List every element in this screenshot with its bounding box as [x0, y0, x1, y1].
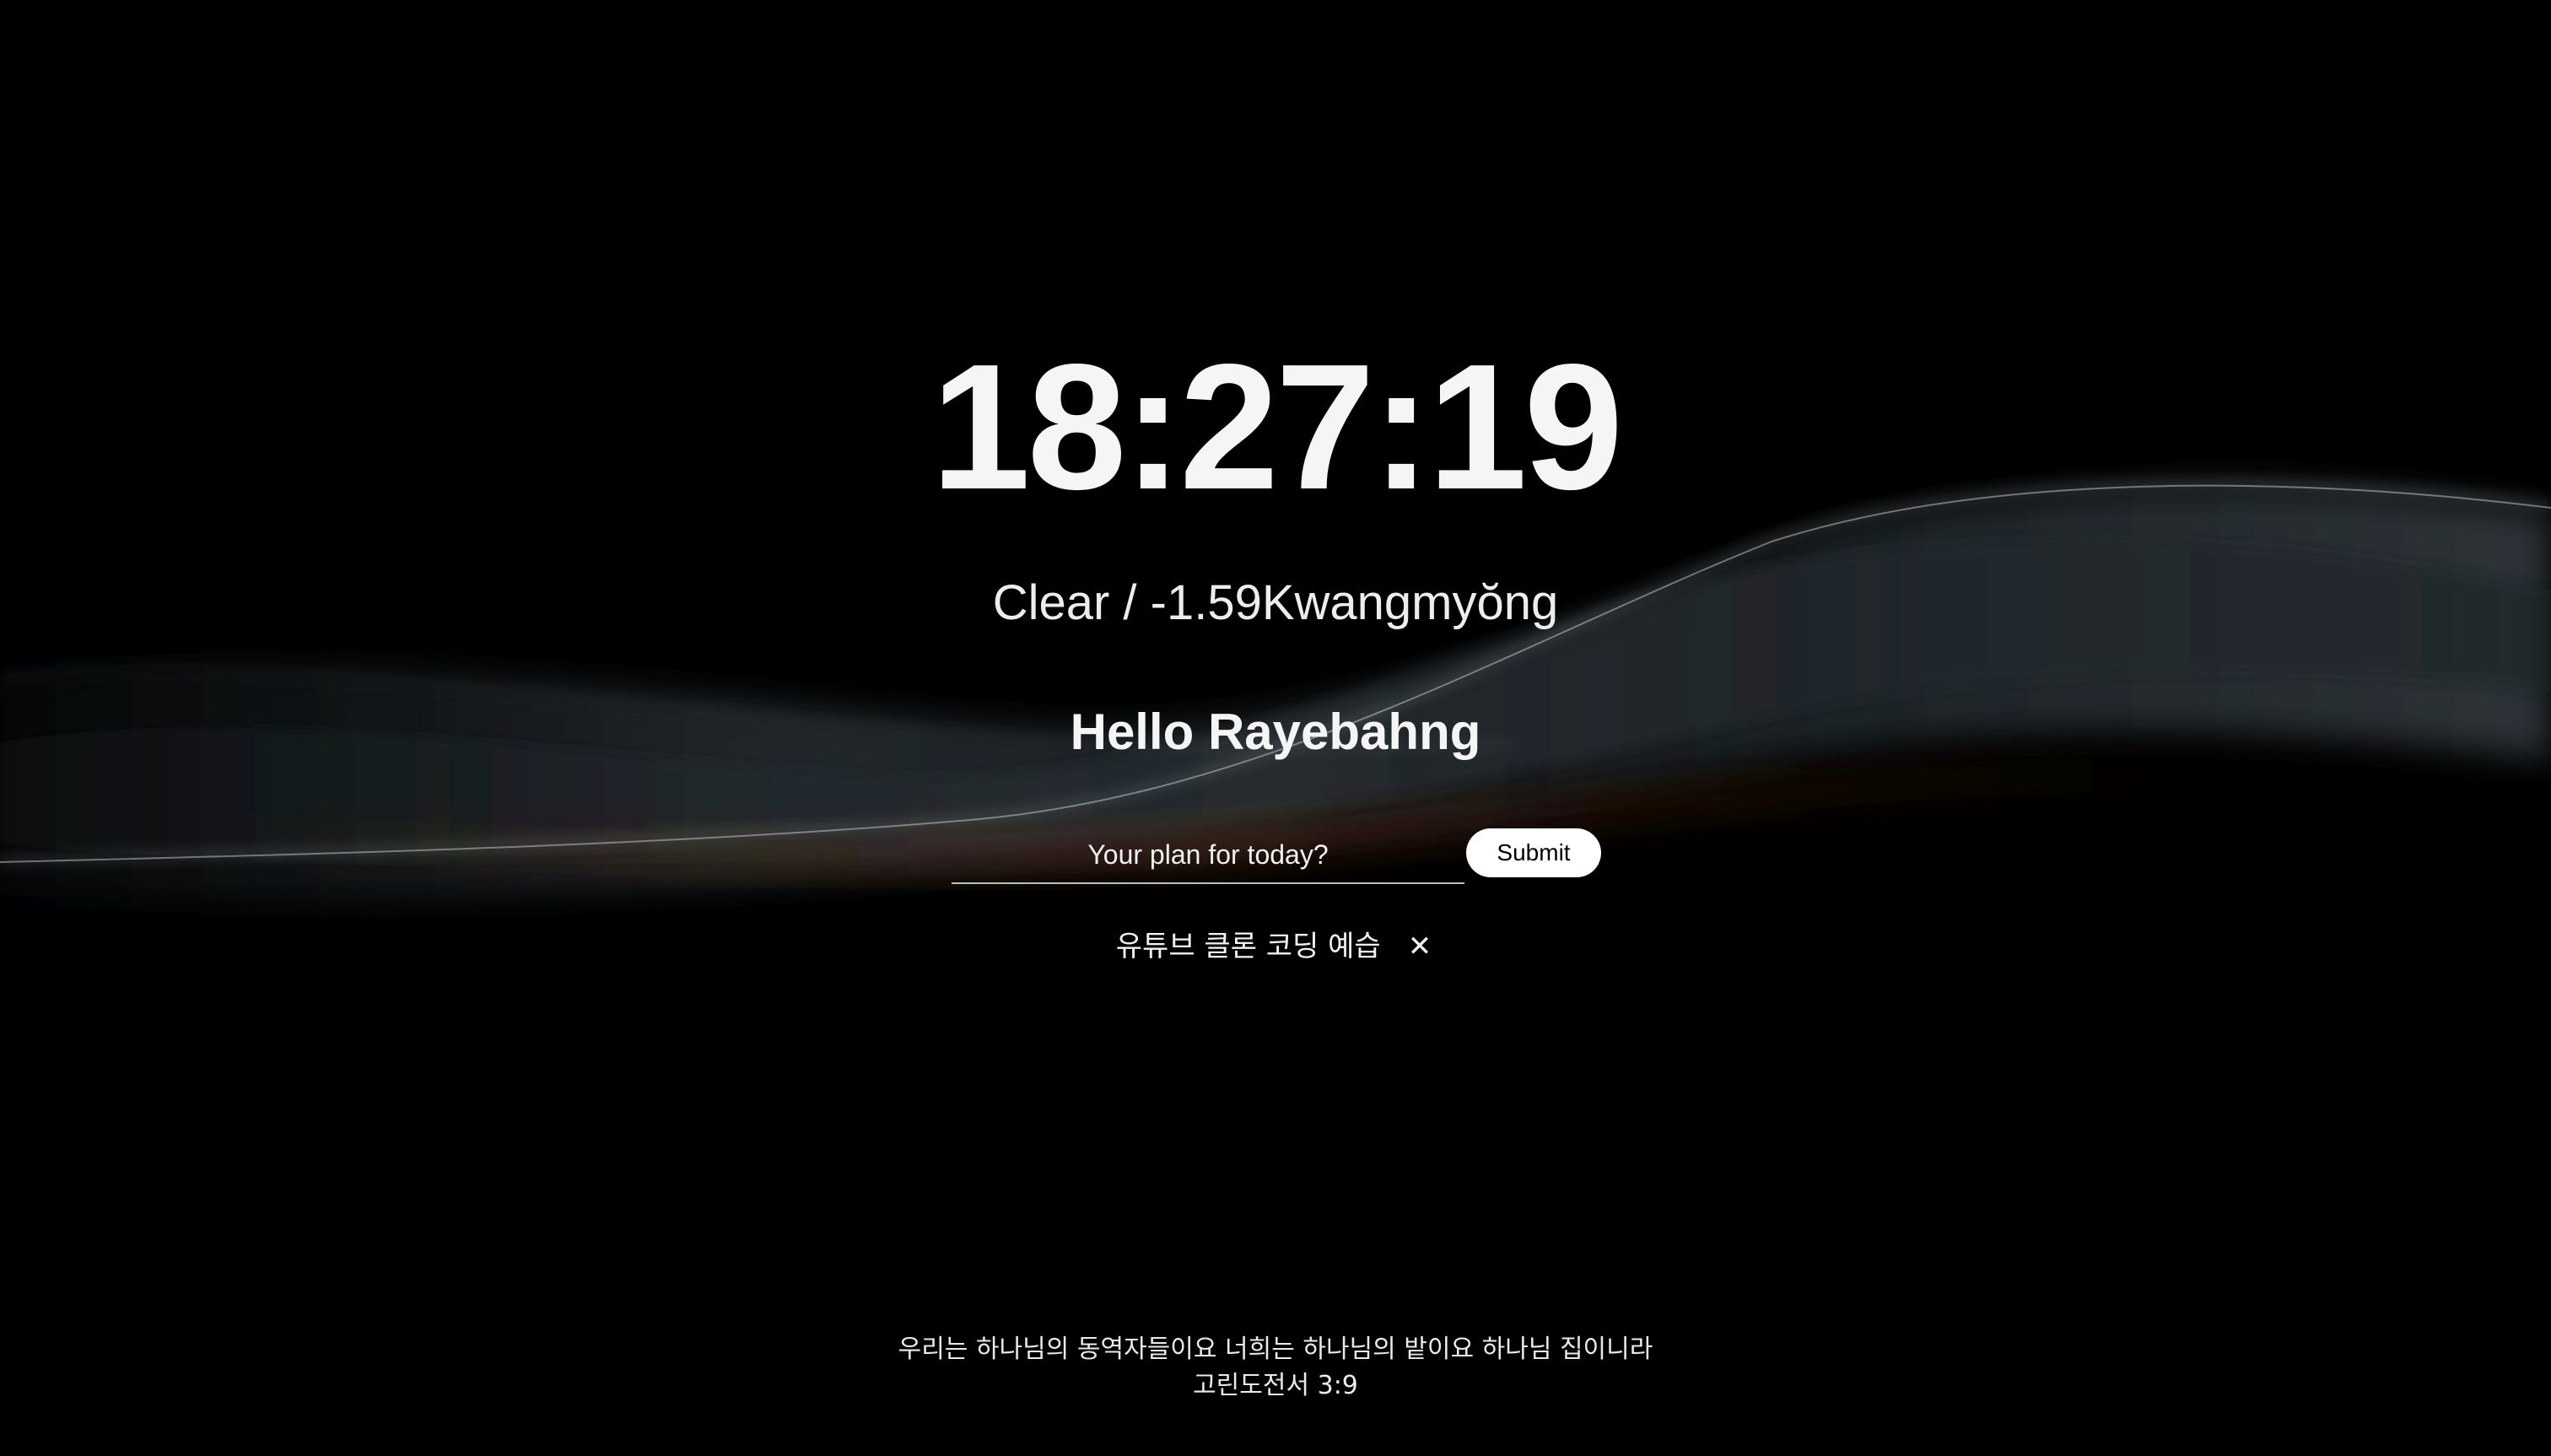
quote-source: 고린도전서 3:9 — [1193, 1371, 1358, 1400]
clock: 18:27:19 — [930, 326, 1624, 526]
quote: 우리는 하나님의 동역자들이요 너희는 하나님의 밭이요 하나님 집이니라 고린… — [0, 1331, 2551, 1404]
todo-item-text: 유튜브 클론 코딩 예습 — [1115, 930, 1381, 963]
quote-text: 우리는 하나님의 동역자들이요 너희는 하나님의 밭이요 하나님 집이니라 — [898, 1335, 1653, 1364]
submit-button[interactable]: Submit — [1466, 828, 1601, 877]
delete-todo-button[interactable]: ✕ — [1405, 930, 1436, 963]
todo-item: 유튜브 클론 코딩 예습 ✕ — [1116, 925, 1435, 968]
todo-list: 유튜브 클론 코딩 예습 ✕ — [0, 925, 2551, 968]
greeting: Hello Rayebahng — [1070, 704, 1481, 760]
weather-text: Clear / -1.59Kwangmyŏng — [992, 575, 1559, 630]
todo-input[interactable] — [952, 827, 1464, 884]
todo-form: Submit — [952, 827, 1601, 887]
